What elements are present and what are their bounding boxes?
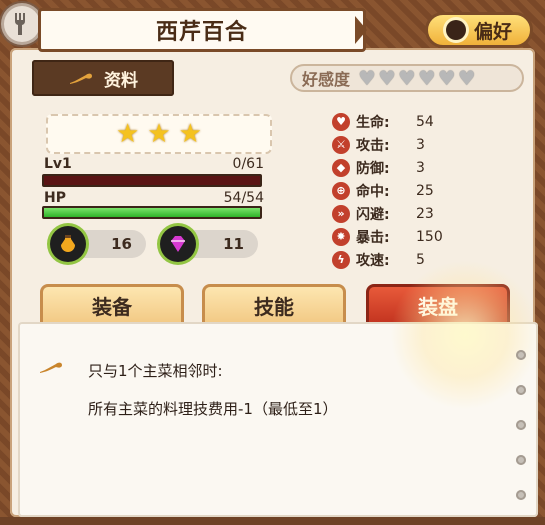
tab-equipment[interactable]: 装备 (40, 284, 184, 324)
detail-effect: 所有主菜的料理技费用-1（最低至1） (88, 400, 338, 418)
stat-label: 攻击: (356, 137, 390, 154)
star-icon: ★ (178, 119, 202, 149)
potion-count-value: 16 (111, 235, 132, 253)
info-tab[interactable]: 资料 (32, 60, 174, 96)
detail-condition: 只与1个主菜相邻时: (88, 362, 223, 380)
gem-icon (160, 226, 196, 262)
sword-icon: ⚔ (332, 135, 350, 154)
preference-button[interactable]: 偏好 (425, 12, 533, 48)
notebook-rings (516, 350, 528, 525)
shield-icon: ◆ (332, 158, 350, 177)
heart-icon: ♥ (358, 66, 376, 90)
stat-dodge: » 闪避: 23 (332, 202, 522, 225)
stat-value: 5 (416, 251, 425, 268)
stat-value: 25 (416, 182, 434, 199)
stat-speed: ϟ 攻速: 5 (332, 248, 522, 271)
stat-value: 3 (416, 159, 425, 176)
stat-label: 攻速: (356, 252, 390, 269)
heart-icon: ♥ (397, 66, 416, 90)
hp-bar (42, 206, 262, 219)
tab-skills[interactable]: 技能 (202, 284, 346, 324)
preference-label: 偏好 (473, 20, 512, 43)
stat-label: 暴击: (356, 229, 390, 246)
stat-defense: ◆ 防御: 3 (332, 156, 522, 179)
heart-icon: ♥ (332, 112, 350, 131)
heart-icon: ♥ (457, 66, 476, 90)
spoon-icon (40, 362, 62, 373)
hp-bar-fill (44, 208, 260, 217)
spoon-icon (70, 73, 92, 84)
ring-icon (516, 420, 526, 430)
heart-icon: ♥ (377, 66, 396, 90)
crit-icon: ✸ (332, 227, 350, 246)
hp-value: 54/54 (223, 190, 264, 206)
level-row: Lv1 0/61 (44, 156, 264, 172)
stat-value: 23 (416, 205, 434, 222)
heart-icon: ♥ (417, 66, 436, 90)
stat-value: 3 (416, 136, 425, 153)
heart-icon: ♥ (437, 66, 456, 90)
stat-label: 防御: (356, 160, 390, 177)
target-icon: ⊕ (332, 181, 350, 200)
potion-icon (50, 226, 86, 262)
stat-label: 生命: (356, 114, 390, 131)
ring-icon (516, 350, 526, 360)
exp-value: 0/61 (232, 156, 264, 172)
level-label: Lv1 (44, 156, 72, 172)
gem-count-value: 11 (223, 235, 244, 253)
favor-hearts: ♥ ♥ ♥ ♥ ♥ ♥ (358, 68, 476, 88)
detail-panel (18, 322, 538, 517)
tab-plating[interactable]: 装盘 (366, 284, 510, 324)
stat-crit: ✸ 暴击: 150 (332, 225, 522, 248)
preference-dot-icon (445, 20, 466, 40)
hp-label: HP (44, 190, 66, 206)
ring-icon (516, 455, 526, 465)
page-title: 西芹百合 (38, 8, 367, 52)
dodge-icon: » (332, 204, 350, 223)
hp-row: HP 54/54 (44, 190, 264, 206)
stat-value: 54 (416, 113, 434, 130)
favor-meter: 好感度 ♥ ♥ ♥ ♥ ♥ ♥ (290, 64, 524, 92)
tab-label: 装备 (92, 295, 132, 319)
title-text: 西芹百合 (155, 20, 248, 45)
stat-attack: ⚔ 攻击: 3 (332, 133, 522, 156)
banner-arrow (355, 16, 367, 44)
stat-accuracy: ⊕ 命中: 25 (332, 179, 522, 202)
tab-label: 装盘 (418, 295, 458, 319)
fork-icon (4, 6, 40, 42)
stats-list: ♥ 生命: 54 ⚔ 攻击: 3 ◆ 防御: 3 ⊕ 命中: 25 » 闪避: 23 ✸ 暴击: 150… (332, 110, 522, 271)
stat-label: 闪避: (356, 206, 390, 223)
tab-label: 技能 (254, 295, 294, 319)
speed-icon: ϟ (332, 250, 350, 269)
stat-value: 150 (416, 228, 443, 245)
star-icon: ★ (116, 119, 140, 149)
stat-label: 命中: (356, 183, 390, 200)
info-tab-label: 资料 (104, 70, 138, 91)
ring-icon (516, 385, 526, 395)
star-icon: ★ (147, 119, 171, 149)
rarity-stars: ★ ★ ★ (46, 114, 272, 154)
exp-bar (42, 174, 262, 187)
stat-hp: ♥ 生命: 54 (332, 110, 522, 133)
favor-label: 好感度 (302, 70, 351, 89)
ring-icon (516, 490, 526, 500)
